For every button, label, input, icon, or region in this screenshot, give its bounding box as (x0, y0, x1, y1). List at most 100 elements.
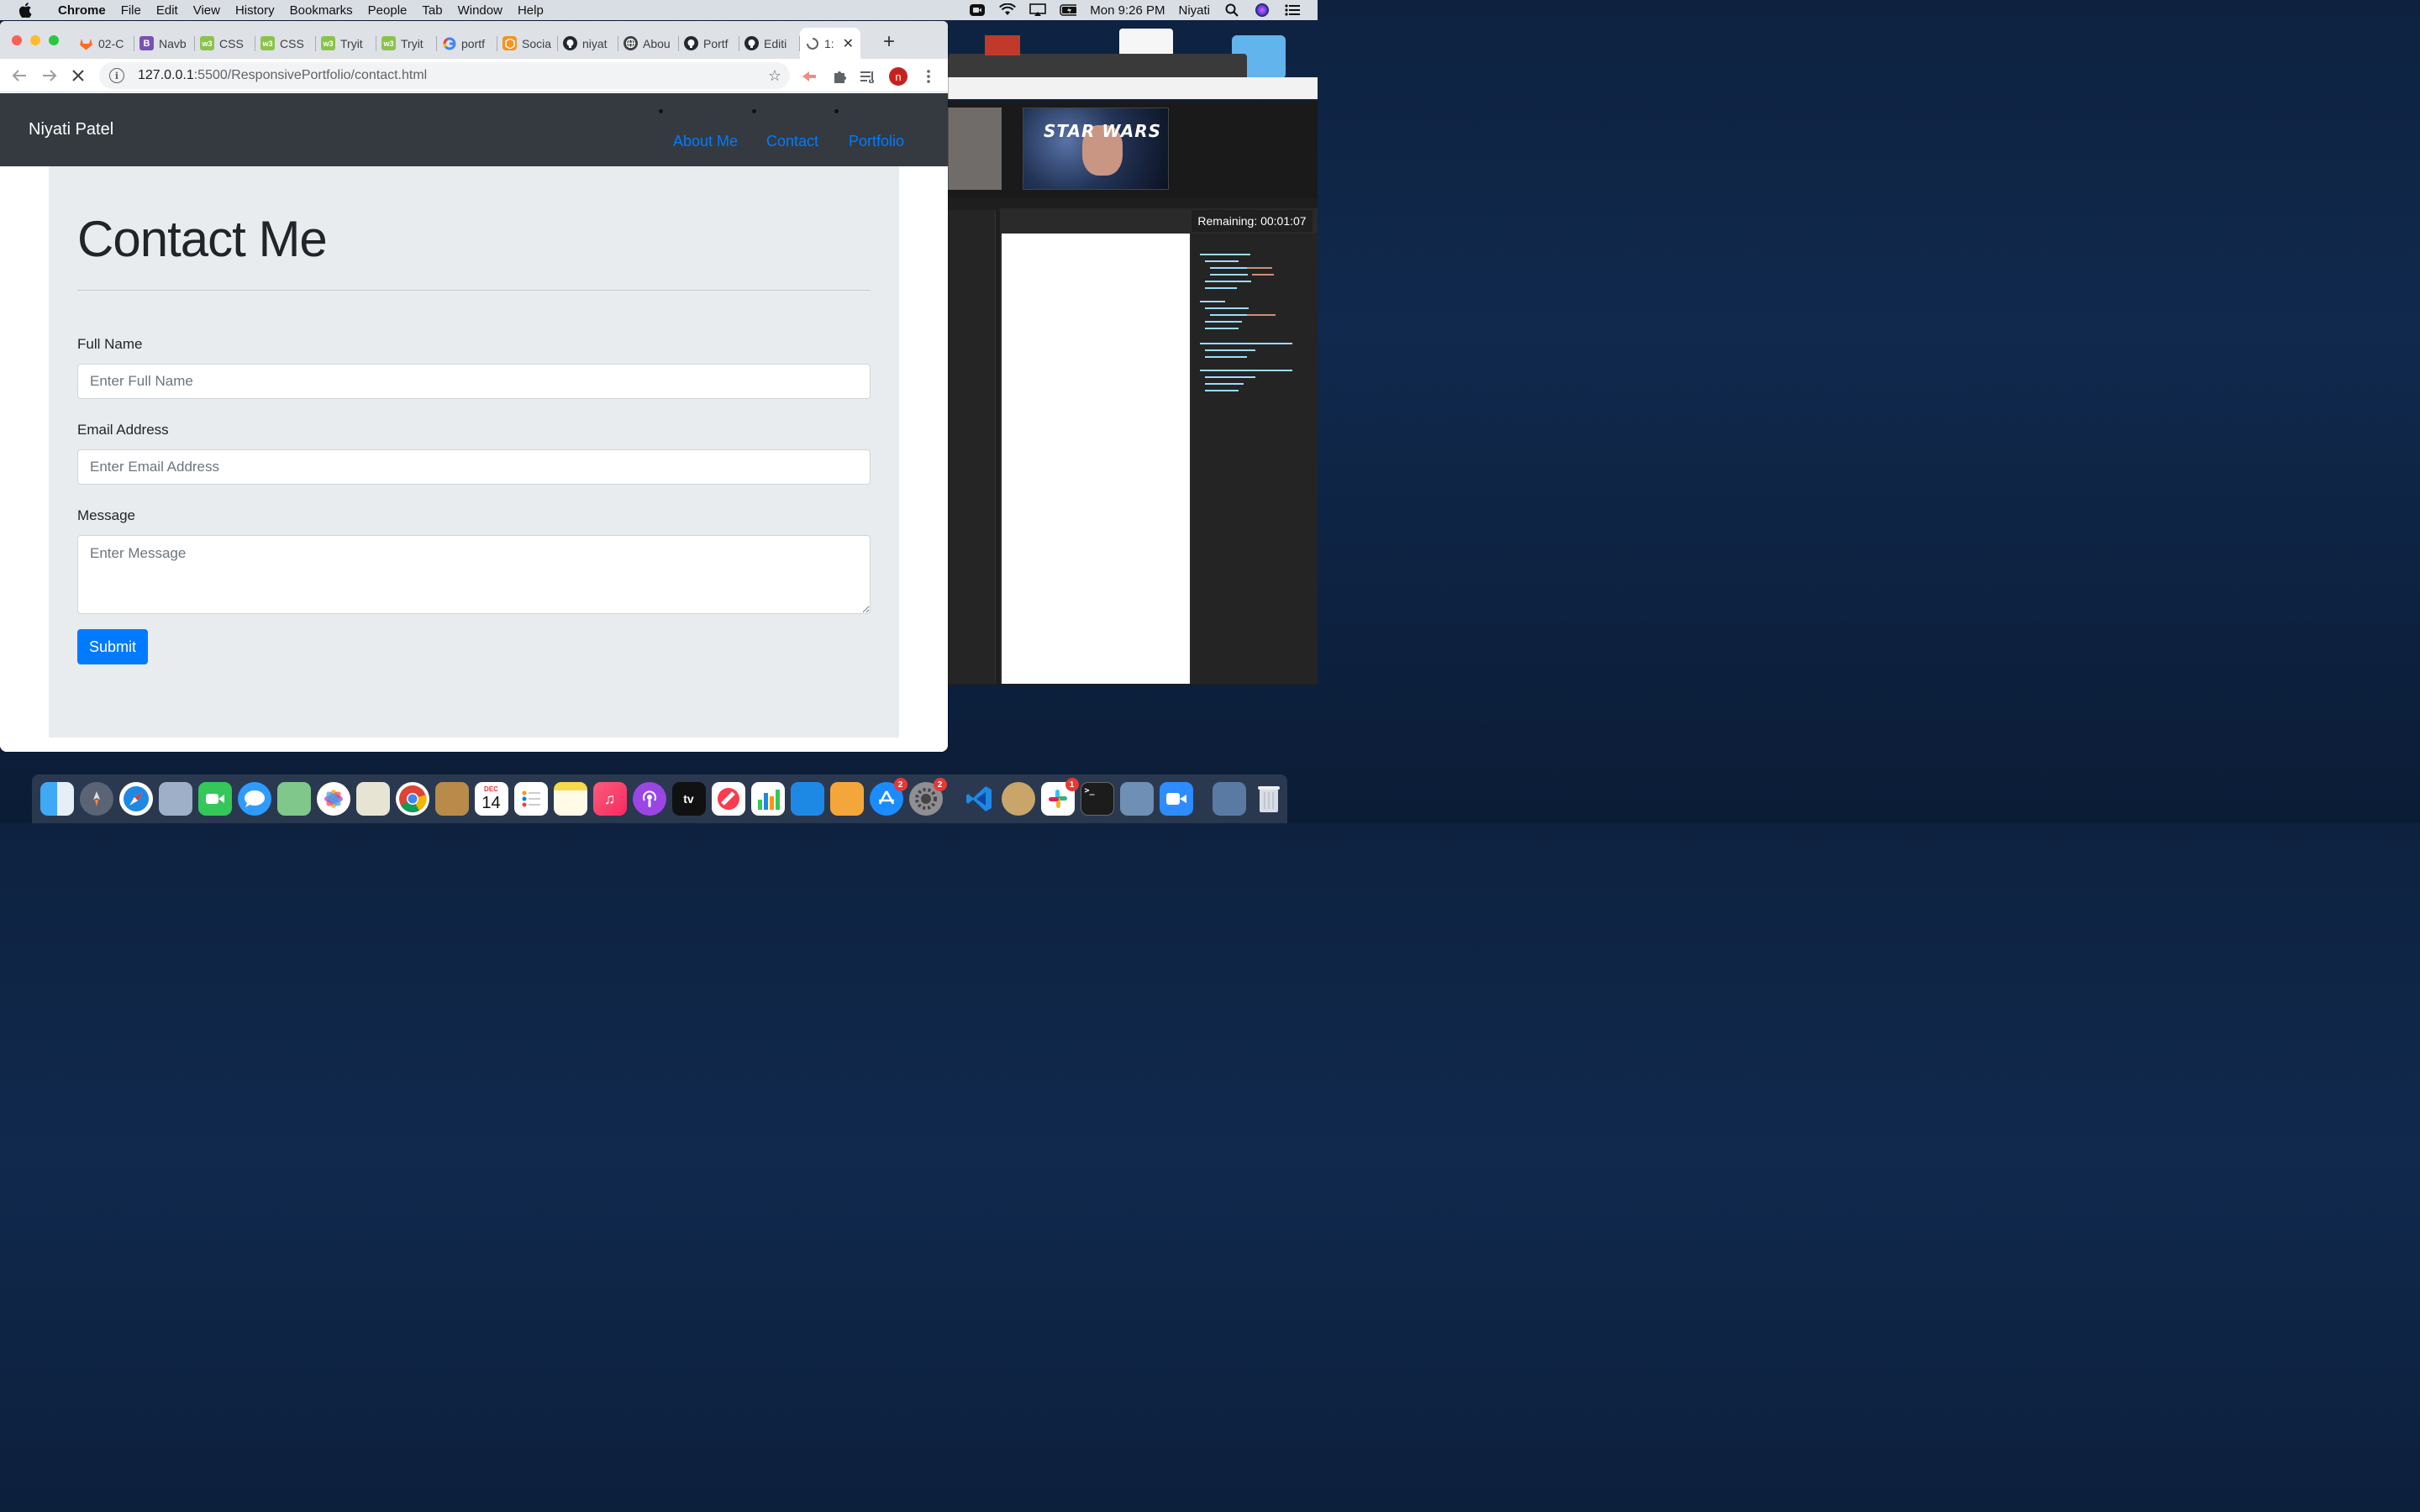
shared-screen-view[interactable] (948, 198, 1318, 685)
tab-label: Abou (643, 36, 671, 50)
email-input[interactable] (77, 449, 871, 485)
live-server-extension-icon[interactable] (800, 67, 818, 86)
forward-arrow-icon[interactable] (40, 66, 59, 85)
menu-window[interactable]: Window (450, 3, 510, 18)
tab-w3schools-css-1[interactable]: w3 CSS (195, 28, 255, 59)
terminal-icon[interactable]: >_ (1080, 782, 1114, 816)
safari-compass-icon[interactable] (118, 782, 153, 816)
tab-gitlab[interactable]: 02-C (74, 28, 134, 59)
downloads-stack-icon[interactable] (1212, 782, 1246, 816)
menu-view[interactable]: View (186, 3, 228, 18)
message-textarea[interactable] (77, 535, 871, 614)
nav-link-portfolio[interactable]: Portfolio (849, 133, 904, 150)
slack-icon[interactable]: 1 (1040, 778, 1079, 816)
calendar-icon[interactable]: DEC 14 (474, 782, 508, 816)
photos-flower-icon[interactable] (316, 782, 350, 816)
tab-label: portf (461, 36, 486, 50)
keynote-icon[interactable] (790, 782, 824, 816)
tab-about[interactable]: Abou (618, 28, 679, 59)
navbar-brand[interactable]: Niyati Patel (29, 120, 113, 139)
notes-icon[interactable] (553, 782, 587, 816)
participant-video-tile[interactable] (948, 108, 1002, 190)
bookmark-star-icon[interactable]: ☆ (768, 67, 781, 85)
system-preferences-gear-icon[interactable]: 2 (908, 778, 947, 816)
preview-icon[interactable] (355, 782, 390, 816)
apple-menu-icon[interactable] (0, 3, 50, 18)
menu-history[interactable]: History (228, 3, 282, 18)
tab-github-editing[interactable]: Editi (739, 28, 800, 59)
tab-active-contact[interactable]: 1: ✕ (800, 28, 860, 59)
back-arrow-icon[interactable] (10, 66, 29, 85)
reminders-icon[interactable] (513, 782, 548, 816)
address-bar[interactable]: i 127.0.0.1:5500/ResponsivePortfolio/con… (99, 62, 790, 89)
tab-tryit-2[interactable]: w3 Tryit (376, 28, 437, 59)
tab-github-portfolio[interactable]: Portf (679, 28, 739, 59)
vscode-icon[interactable] (962, 782, 996, 816)
tab-tryit-1[interactable]: w3 Tryit (316, 28, 376, 59)
trash-icon[interactable] (1252, 782, 1286, 816)
full-name-input[interactable] (77, 364, 871, 399)
notification-center-icon[interactable] (1284, 3, 1301, 18)
news-icon[interactable] (711, 782, 745, 816)
profile-avatar[interactable]: n (889, 67, 908, 86)
zoom-window-button[interactable] (49, 35, 59, 45)
zoom-icon[interactable] (1159, 782, 1193, 816)
participant-video-tile-active[interactable]: STAR WARS (1023, 108, 1169, 190)
menu-bookmarks[interactable]: Bookmarks (282, 3, 360, 18)
tab-label: Editi (764, 36, 787, 50)
tab-label: niyat (582, 36, 608, 50)
calendar-day: 14 (481, 794, 501, 812)
preview-photos-icon[interactable] (1119, 782, 1154, 816)
system-preferences-badge: 2 (933, 778, 947, 791)
menu-help[interactable]: Help (510, 3, 551, 18)
music-note-icon[interactable]: ♫ (592, 782, 627, 816)
numbers-chart-icon[interactable] (750, 782, 785, 816)
wifi-icon[interactable] (999, 3, 1017, 18)
site-info-icon[interactable]: i (109, 68, 124, 83)
chrome-icon[interactable] (395, 782, 429, 816)
stop-loading-icon[interactable] (69, 66, 87, 85)
zoom-video-icon[interactable] (969, 3, 986, 18)
tab-close-icon[interactable]: ✕ (843, 35, 854, 52)
clock-text[interactable]: Mon 9:26 PM (1090, 3, 1165, 18)
web-page: Niyati Patel About Me Contact Portfolio … (0, 93, 948, 752)
extensions-puzzle-icon[interactable] (830, 67, 849, 86)
pages-icon[interactable] (829, 782, 864, 816)
tab-social[interactable]: Socia (497, 28, 558, 59)
finder-icon[interactable] (39, 782, 74, 816)
paintbrush-palette-icon[interactable] (1001, 782, 1035, 816)
airplay-icon[interactable] (1029, 3, 1047, 18)
maps-icon[interactable] (276, 782, 311, 816)
tab-w3schools-css-2[interactable]: w3 CSS (255, 28, 316, 59)
apple-tv-icon[interactable]: tv (671, 782, 706, 816)
minimize-window-button[interactable] (30, 35, 40, 45)
chrome-menu-icon[interactable] (919, 67, 938, 86)
siri-icon[interactable] (1254, 3, 1270, 18)
tab-github-profile[interactable]: niyat (558, 28, 618, 59)
menu-tab[interactable]: Tab (414, 3, 450, 18)
spotlight-search-icon[interactable] (1223, 3, 1240, 18)
user-name[interactable]: Niyati (1178, 3, 1210, 18)
menu-app-name[interactable]: Chrome (50, 3, 113, 18)
shared-browser-page (1002, 234, 1190, 684)
list-bullet (834, 109, 839, 113)
podcasts-icon[interactable] (632, 782, 666, 816)
facetime-icon[interactable] (197, 782, 232, 816)
nav-link-about-me[interactable]: About Me (673, 133, 738, 150)
menu-edit[interactable]: Edit (149, 3, 186, 18)
nav-link-contact[interactable]: Contact (766, 133, 818, 150)
app-store-icon[interactable]: 2 (869, 778, 908, 816)
media-controls-icon[interactable] (859, 67, 877, 86)
messages-icon[interactable] (237, 782, 271, 816)
battery-icon[interactable] (1060, 3, 1077, 18)
tab-bootstrap[interactable]: B Navb (134, 28, 195, 59)
new-tab-button[interactable]: + (879, 30, 899, 53)
mail-stamp-icon[interactable] (158, 782, 192, 816)
submit-button[interactable]: Submit (77, 629, 148, 664)
close-window-button[interactable] (12, 35, 22, 45)
contacts-book-icon[interactable] (434, 782, 469, 816)
tab-google-search[interactable]: portf (437, 28, 497, 59)
menu-file[interactable]: File (113, 3, 149, 18)
launchpad-rocket-icon[interactable] (79, 782, 113, 816)
menu-people[interactable]: People (360, 3, 415, 18)
